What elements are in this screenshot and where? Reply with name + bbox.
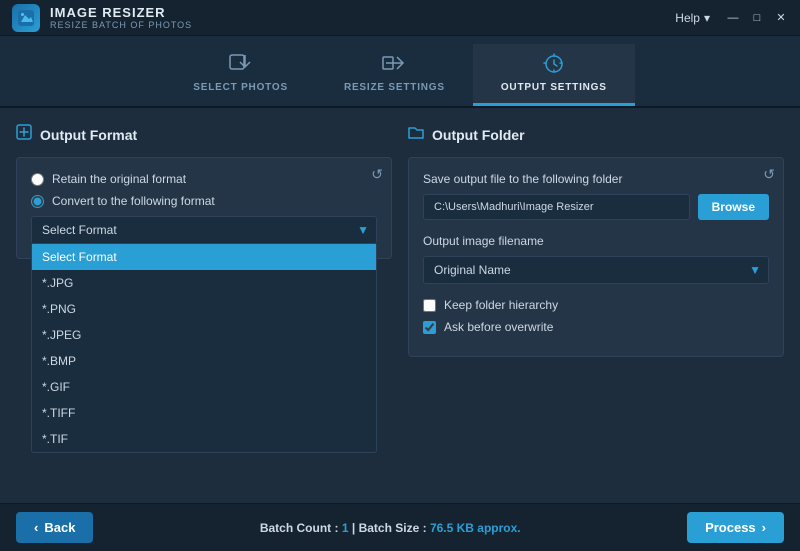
folder-panel-box: ↺ Save output file to the following fold…: [408, 157, 784, 357]
convert-format-radio[interactable]: [31, 195, 44, 208]
window-controls: — □ ✕: [726, 11, 788, 25]
tab-select-photos-label: SELECT PHOTOS: [193, 82, 288, 93]
batch-size-value: 76.5 KB approx.: [430, 521, 521, 535]
back-button[interactable]: ‹ Back: [16, 512, 93, 543]
title-bar-left: IMAGE RESIZER RESIZE BATCH OF PHOTOS: [12, 4, 192, 32]
folder-path-input[interactable]: [423, 194, 690, 220]
output-format-icon: [16, 124, 32, 145]
process-button[interactable]: Process ›: [687, 512, 784, 543]
output-format-header: Output Format: [16, 124, 392, 145]
ask-overwrite-checkbox[interactable]: [423, 321, 436, 334]
format-option-bmp[interactable]: *.BMP: [32, 348, 376, 374]
ask-overwrite-row: Ask before overwrite: [423, 320, 769, 334]
filename-dropdown[interactable]: Original Name: [423, 256, 769, 284]
keep-hierarchy-label: Keep folder hierarchy: [444, 298, 558, 312]
output-folder-panel: Output Folder ↺ Save output file to the …: [408, 124, 784, 487]
output-format-title: Output Format: [40, 127, 137, 143]
folder-refresh-button[interactable]: ↺: [763, 166, 775, 183]
convert-format-row: Convert to the following format: [31, 194, 377, 208]
keep-hierarchy-checkbox[interactable]: [423, 299, 436, 312]
batch-count-value: 1: [342, 521, 349, 535]
format-dropdown-display[interactable]: Select Format: [31, 216, 377, 244]
back-label: Back: [44, 520, 75, 535]
format-option-png[interactable]: *.PNG: [32, 296, 376, 322]
ask-overwrite-label: Ask before overwrite: [444, 320, 553, 334]
back-arrow-icon: ‹: [34, 520, 38, 535]
format-option-tiff[interactable]: *.TIFF: [32, 400, 376, 426]
help-button[interactable]: Help ▾: [675, 11, 710, 25]
save-folder-label: Save output file to the following folder: [423, 172, 769, 186]
format-panel-box: ↺ Retain the original format Convert to …: [16, 157, 392, 259]
filename-label: Output image filename: [423, 234, 769, 248]
format-option-jpg[interactable]: *.JPG: [32, 270, 376, 296]
filename-dropdown-wrapper: Original Name ▼: [423, 256, 769, 284]
bottom-info: Batch Count : 1 | Batch Size : 76.5 KB a…: [260, 521, 521, 535]
title-bar: IMAGE RESIZER RESIZE BATCH OF PHOTOS Hel…: [0, 0, 800, 36]
process-arrow-icon: ›: [762, 520, 766, 535]
format-refresh-button[interactable]: ↺: [371, 166, 383, 183]
keep-hierarchy-row: Keep folder hierarchy: [423, 298, 769, 312]
separator: |: [352, 521, 359, 535]
convert-format-label: Convert to the following format: [52, 194, 215, 208]
bottom-bar: ‹ Back Batch Count : 1 | Batch Size : 76…: [0, 503, 800, 551]
resize-settings-icon: [382, 52, 406, 78]
output-folder-title: Output Folder: [432, 127, 525, 143]
select-photos-icon: [229, 52, 253, 78]
app-subtitle: RESIZE BATCH OF PHOTOS: [50, 20, 192, 30]
tab-resize-settings-label: RESIZE SETTINGS: [344, 82, 445, 93]
format-option-select[interactable]: Select Format: [32, 244, 376, 270]
format-dropdown-wrapper: Select Format ▼ Select Format *.JPG *.PN…: [31, 216, 377, 244]
app-logo: [12, 4, 40, 32]
maximize-button[interactable]: □: [750, 11, 764, 25]
nav-tabs: SELECT PHOTOS RESIZE SETTINGS OUTPUT SET…: [0, 36, 800, 108]
folder-input-row: Browse: [423, 194, 769, 220]
retain-format-row: Retain the original format: [31, 172, 377, 186]
title-bar-right: Help ▾ — □ ✕: [675, 11, 788, 25]
chevron-down-icon: ▾: [704, 11, 710, 25]
format-dropdown-list: Select Format *.JPG *.PNG *.JPEG *.BMP *…: [31, 244, 377, 453]
batch-size-label: Batch Size :: [359, 521, 427, 535]
tab-resize-settings[interactable]: RESIZE SETTINGS: [316, 44, 473, 106]
format-option-tif[interactable]: *.TIF: [32, 426, 376, 452]
output-folder-header: Output Folder: [408, 124, 784, 145]
output-folder-icon: [408, 124, 424, 145]
batch-count-label: Batch Count :: [260, 521, 339, 535]
close-button[interactable]: ✕: [774, 11, 788, 25]
output-format-panel: Output Format ↺ Retain the original form…: [16, 124, 392, 487]
retain-format-label: Retain the original format: [52, 172, 186, 186]
tab-output-settings[interactable]: OUTPUT SETTINGS: [473, 44, 635, 106]
output-settings-icon: [542, 52, 566, 78]
process-label: Process: [705, 520, 756, 535]
app-title: IMAGE RESIZER: [50, 5, 192, 20]
format-option-gif[interactable]: *.GIF: [32, 374, 376, 400]
app-name-block: IMAGE RESIZER RESIZE BATCH OF PHOTOS: [50, 5, 192, 30]
browse-button[interactable]: Browse: [698, 194, 769, 220]
format-option-jpeg[interactable]: *.JPEG: [32, 322, 376, 348]
minimize-button[interactable]: —: [726, 11, 740, 25]
tab-output-settings-label: OUTPUT SETTINGS: [501, 82, 607, 93]
tab-select-photos[interactable]: SELECT PHOTOS: [165, 44, 316, 106]
retain-format-radio[interactable]: [31, 173, 44, 186]
main-content: Output Format ↺ Retain the original form…: [0, 108, 800, 503]
